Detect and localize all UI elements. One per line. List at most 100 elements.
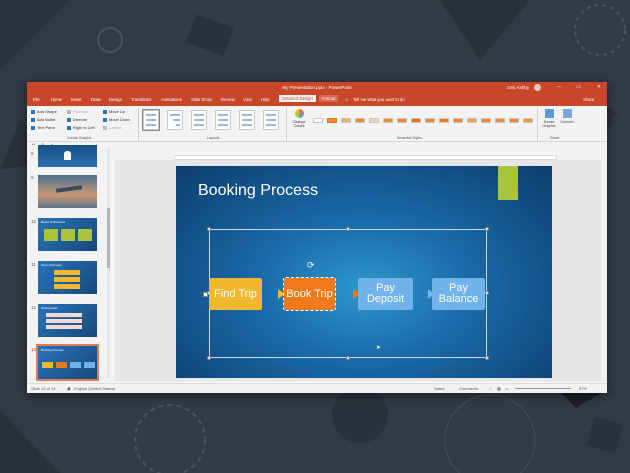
tab-draw[interactable]: Draw: [91, 97, 101, 102]
avatar[interactable]: [534, 84, 541, 91]
smartart-style-option[interactable]: [397, 118, 407, 123]
tab-file[interactable]: File: [33, 97, 40, 102]
slide-thumbnail-11[interactable]: Team Overview: [38, 261, 97, 294]
user-name[interactable]: Deb Ashby: [507, 85, 529, 90]
powerpoint-window: My Presentation.pptx - PowerPoint Deb As…: [27, 82, 607, 393]
reset-graphic-button[interactable]: Reset Graphic: [540, 109, 558, 135]
resize-handle[interactable]: [207, 227, 211, 231]
slide-thumbnail-10[interactable]: Board of Directors: [38, 218, 97, 251]
tell-me-box[interactable]: Tell me what you want to do: [353, 97, 405, 102]
current-slide[interactable]: Booking Process Find Trip Book Trip ⟳ Pa…: [176, 166, 552, 378]
layout-option[interactable]: [191, 110, 207, 130]
step-pay-deposit[interactable]: Pay Deposit: [358, 278, 413, 310]
separator: [537, 108, 538, 141]
tab-home[interactable]: Home: [51, 97, 62, 102]
add-shape-icon: [31, 109, 35, 114]
tab-slide-show[interactable]: Slide Show: [191, 97, 212, 102]
slide-sorter-icon[interactable]: ▦: [497, 386, 501, 391]
layout-option[interactable]: [142, 109, 160, 131]
tab-insert[interactable]: Insert: [71, 97, 81, 102]
slide-title[interactable]: Booking Process: [198, 182, 318, 200]
layouts-group-label: Layouts: [207, 136, 220, 140]
accent-bar: [498, 166, 518, 200]
smartart-style-option[interactable]: [383, 118, 393, 123]
slide-thumbnail-13[interactable]: Booking Process: [36, 344, 99, 381]
smartart-style-option[interactable]: [439, 118, 449, 123]
zoom-slider[interactable]: [515, 388, 571, 389]
thumbnail-scrollbar[interactable]: [107, 148, 110, 378]
resize-handle[interactable]: [346, 227, 350, 231]
tab-help[interactable]: Help: [261, 97, 270, 102]
smartart-style-option[interactable]: [369, 118, 379, 123]
tab-design[interactable]: Design: [109, 97, 122, 102]
layout-option[interactable]: [263, 110, 279, 130]
slide-thumbnail-pane: 8 9 10 Board of Directors 11 Team Overvi…: [27, 145, 115, 381]
ribbon: Add Shape Add Bullet Text Pane Promote D…: [27, 106, 607, 142]
zoom-level[interactable]: 67%: [579, 386, 587, 391]
convert-icon: [562, 109, 572, 118]
smartart-style-option[interactable]: [481, 118, 491, 123]
layout-button[interactable]: Layout: [103, 125, 121, 130]
tab-review[interactable]: Review: [221, 97, 235, 102]
resize-handle[interactable]: [346, 356, 350, 360]
status-bar: Slide 13 of 13 ▣ English (United States)…: [27, 383, 607, 393]
add-shape-button[interactable]: Add Shape: [31, 109, 57, 114]
layout-option[interactable]: [215, 110, 231, 130]
tab-smartart-design[interactable]: SmartArt Design: [279, 95, 316, 102]
move-up-button[interactable]: Move Up: [103, 109, 125, 114]
demote-button[interactable]: Demote: [67, 117, 87, 122]
text-pane-icon: [31, 125, 35, 130]
notes-button[interactable]: Notes: [434, 386, 444, 391]
smartart-style-option[interactable]: [313, 118, 323, 123]
smartart-style-option[interactable]: [509, 118, 519, 123]
tab-format[interactable]: Format: [319, 95, 339, 102]
step-book-trip[interactable]: Book Trip: [283, 277, 336, 311]
arrow-up-icon: [103, 109, 107, 114]
smartart-style-option[interactable]: [495, 118, 505, 123]
minimize-icon[interactable]: ─: [557, 84, 561, 90]
tab-transitions[interactable]: Transitions: [131, 97, 151, 102]
title-bar: My Presentation.pptx - PowerPoint Deb As…: [27, 82, 607, 94]
slide-counter: Slide 13 of 13: [31, 386, 56, 391]
resize-handle[interactable]: [485, 356, 489, 360]
comments-button[interactable]: Comments: [459, 386, 478, 391]
smartart-style-option[interactable]: [523, 118, 533, 123]
slide-thumbnail-12[interactable]: Testimonials: [38, 304, 97, 337]
right-to-left-button[interactable]: Right to Left: [67, 125, 95, 130]
layout-option[interactable]: [167, 110, 183, 130]
promote-button[interactable]: Promote: [67, 109, 88, 114]
step-find-trip[interactable]: Find Trip: [209, 278, 262, 310]
normal-view-icon[interactable]: □: [489, 386, 491, 391]
resize-handle[interactable]: [485, 291, 489, 295]
layout-option[interactable]: [239, 110, 255, 130]
resize-handle[interactable]: [485, 227, 489, 231]
spell-check-icon[interactable]: ▣: [67, 386, 71, 391]
maximize-icon[interactable]: ▭: [576, 84, 581, 90]
smartart-style-option[interactable]: [341, 118, 351, 123]
smartart-style-option[interactable]: [411, 118, 421, 123]
smartart-style-option[interactable]: [467, 118, 477, 123]
smartart-style-option[interactable]: [453, 118, 463, 123]
canvas-scrollbar[interactable]: [601, 160, 607, 381]
smartart-style-option[interactable]: [425, 118, 435, 123]
change-colors-button[interactable]: Change Colors: [290, 109, 308, 135]
text-pane-toggle[interactable]: [203, 292, 208, 297]
slide-thumbnail-9[interactable]: [38, 175, 97, 208]
move-down-button[interactable]: Move Down: [103, 117, 130, 122]
text-pane-button[interactable]: Text Pane: [31, 125, 55, 130]
step-pay-balance[interactable]: Pay Balance: [432, 278, 485, 310]
tab-animations[interactable]: Animations: [161, 97, 182, 102]
resize-handle[interactable]: [207, 356, 211, 360]
ribbon-tabs: File Home Insert Draw Design Transitions…: [27, 94, 607, 106]
reading-view-icon[interactable]: ▭: [505, 386, 509, 391]
smartart-style-option[interactable]: [355, 118, 365, 123]
smartart-style-option[interactable]: [327, 118, 337, 123]
rotate-handle-icon[interactable]: ⟳: [307, 260, 315, 271]
add-bullet-button[interactable]: Add Bullet: [31, 117, 55, 122]
share-button[interactable]: Share: [583, 97, 594, 102]
tab-view[interactable]: View: [243, 97, 252, 102]
slide-thumbnail-8[interactable]: [38, 145, 97, 167]
language-indicator[interactable]: English (United States): [74, 386, 115, 391]
close-icon[interactable]: ✕: [597, 84, 601, 90]
convert-button[interactable]: Convert: [558, 109, 576, 135]
